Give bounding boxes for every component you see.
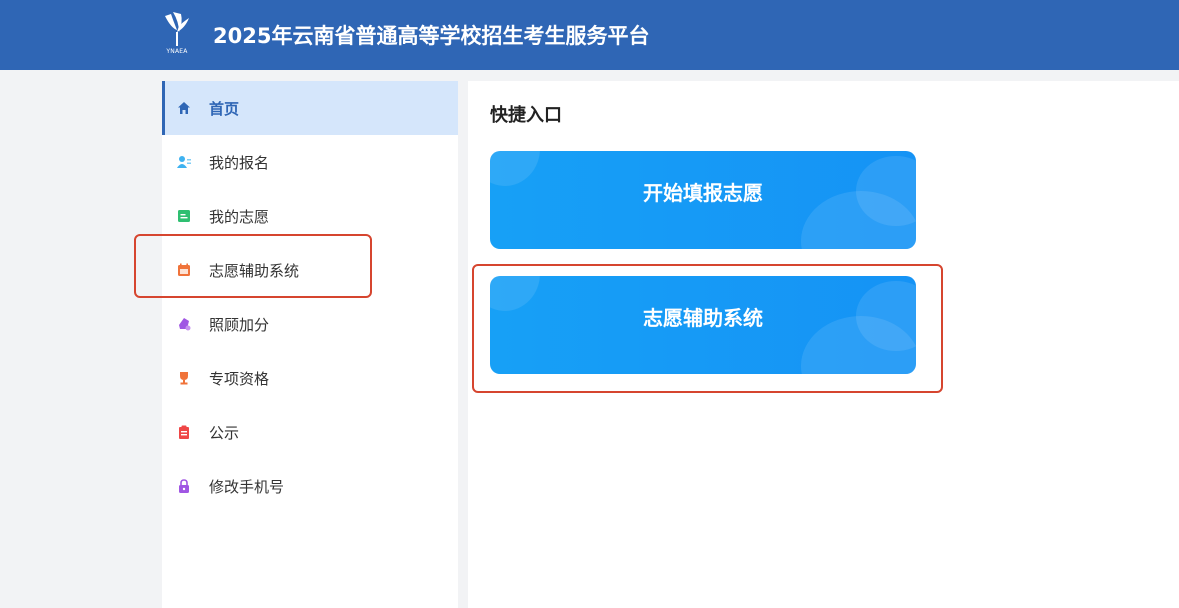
card-label: 志愿辅助系统 — [643, 306, 763, 330]
sidebar-item-change-phone[interactable]: 修改手机号 — [162, 459, 458, 513]
lock-icon — [177, 479, 191, 493]
main-content: 快捷入口 开始填报志愿 志愿辅助系统 — [468, 81, 1179, 608]
sidebar-item-label: 志愿辅助系统 — [209, 262, 300, 280]
calendar-icon — [177, 263, 191, 277]
clipboard-icon — [177, 425, 191, 439]
ynaea-logo: YNAEA — [161, 10, 193, 58]
sidebar-item-bonus-points[interactable]: 照顾加分 — [162, 297, 458, 351]
card-label: 开始填报志愿 — [643, 181, 763, 205]
user-list-icon — [177, 155, 191, 169]
sidebar-item-label: 专项资格 — [209, 370, 270, 388]
sidebar-item-label: 修改手机号 — [209, 478, 285, 496]
sidebar-item-label: 公示 — [209, 424, 240, 442]
volunteer-assist-button[interactable]: 志愿辅助系统 — [490, 276, 916, 374]
sidebar-item-special-qualification[interactable]: 专项资格 — [162, 351, 458, 405]
sidebar-menu: 首页 我的报名 我的志愿 志愿辅助系统 照顾加分 专项资格 公示 修改手机号 — [162, 81, 458, 608]
sidebar-item-label: 我的志愿 — [209, 208, 270, 226]
quick-entry-title: 快捷入口 — [490, 105, 562, 126]
sidebar-item-label: 我的报名 — [209, 154, 270, 172]
sidebar-item-label: 照顾加分 — [209, 316, 270, 334]
sidebar-item-my-registration[interactable]: 我的报名 — [162, 135, 458, 189]
sidebar-item-my-volunteer[interactable]: 我的志愿 — [162, 189, 458, 243]
sidebar-item-label: 首页 — [209, 100, 240, 118]
home-icon — [177, 101, 191, 115]
document-icon — [177, 209, 191, 223]
site-title: 2025年云南省普通高等学校招生考生服务平台 — [213, 24, 650, 48]
logo-text: YNAEA — [166, 48, 188, 55]
header-bar: YNAEA 2025年云南省普通高等学校招生考生服务平台 — [0, 0, 1179, 70]
sidebar-item-announcement[interactable]: 公示 — [162, 405, 458, 459]
start-volunteer-button[interactable]: 开始填报志愿 — [490, 151, 916, 249]
bonus-icon — [177, 317, 191, 331]
sidebar-item-home[interactable]: 首页 — [162, 81, 458, 135]
sidebar-item-volunteer-assist[interactable]: 志愿辅助系统 — [162, 243, 458, 297]
trophy-icon — [177, 371, 191, 385]
